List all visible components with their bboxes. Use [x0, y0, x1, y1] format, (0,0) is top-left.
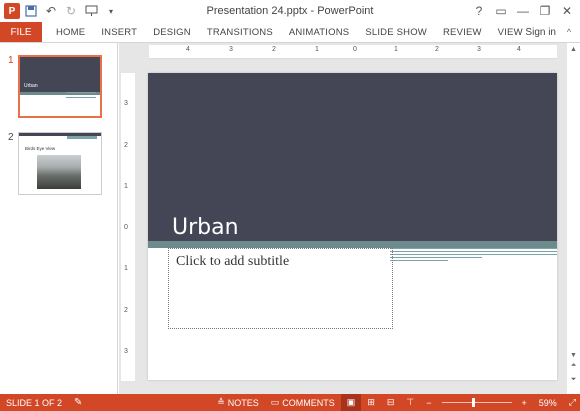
fit-slide-icon[interactable]: ⤢: [565, 394, 580, 411]
ruler-mark: 4: [186, 46, 190, 53]
ruler-mark: 3: [229, 46, 233, 53]
comments-button[interactable]: ▭ COMMENTS: [265, 394, 341, 411]
ruler-mark: 3: [477, 46, 481, 53]
thumbnail-item-2[interactable]: 2 Birds Eye View: [8, 132, 108, 195]
start-from-beginning-icon[interactable]: [82, 2, 100, 20]
notes-button[interactable]: ≙ NOTES: [211, 394, 265, 411]
zoom-slider-thumb[interactable]: [471, 398, 475, 407]
tab-insert[interactable]: INSERT: [93, 22, 145, 42]
quick-access-toolbar: P ↶ ↻ ▾: [0, 0, 120, 22]
powerpoint-logo-icon[interactable]: P: [4, 3, 20, 19]
ruler-corner: [121, 45, 135, 59]
ruler-mark: 1: [124, 183, 128, 190]
tab-design[interactable]: DESIGN: [145, 22, 199, 42]
ribbon-tabs: FILE HOME INSERT DESIGN TRANSITIONS ANIM…: [0, 22, 580, 42]
ruler-mark: 2: [435, 46, 439, 53]
thumbnail-heading: Birds Eye View: [25, 146, 56, 151]
slide-indicator: SLIDE 1 OF 2: [6, 397, 63, 408]
tab-file[interactable]: FILE: [0, 22, 42, 42]
subtitle-placeholder-text: Click to add subtitle: [176, 254, 290, 269]
reading-view-icon[interactable]: ⊟: [381, 394, 401, 411]
previous-slide-icon[interactable]: ⏶: [567, 360, 580, 372]
thumbnail-number: 1: [8, 55, 14, 66]
status-bar: SLIDE 1 OF 2 ✎ ≙ NOTES ▭ COMMENTS ▣ ⊞ ⊟ …: [0, 394, 580, 411]
zoom-percentage[interactable]: 59%: [533, 398, 565, 408]
ruler-mark: 4: [517, 46, 521, 53]
zoom-out-icon[interactable]: −: [420, 394, 437, 411]
slide-sorter-view-icon[interactable]: ⊞: [361, 394, 381, 411]
spelling-check-icon[interactable]: ✎: [74, 397, 82, 408]
normal-view-icon[interactable]: ▣: [340, 394, 362, 411]
ruler-mark: 1: [124, 265, 128, 272]
ruler-mark: 2: [272, 46, 276, 53]
horizontal-ruler: 4 3 2 1 0 1 2 3 4: [149, 45, 557, 59]
close-icon[interactable]: ✕: [556, 1, 578, 21]
redo-icon[interactable]: ↻: [62, 2, 80, 20]
thumbnail-item-1[interactable]: 1 Urban: [8, 55, 108, 118]
tab-transitions[interactable]: TRANSITIONS: [199, 22, 281, 42]
sign-in-link[interactable]: Sign in: [525, 22, 556, 42]
ruler-mark: 1: [315, 46, 319, 53]
slide-accent-band: [148, 241, 557, 248]
notes-label: NOTES: [227, 397, 259, 408]
minimize-icon[interactable]: —: [512, 1, 534, 21]
save-icon[interactable]: [22, 2, 40, 20]
slide-thumbnail-1[interactable]: Urban: [18, 55, 102, 118]
title-bar: P ↶ ↻ ▾ Presentation 24.pptx - PowerPoin…: [0, 0, 580, 22]
slide-decorative-lines: [390, 248, 557, 268]
status-bar-right: ≙ NOTES ▭ COMMENTS ▣ ⊞ ⊟ ⊤ − + 59% ⤢: [211, 394, 580, 411]
powerpoint-window: P ↶ ↻ ▾ Presentation 24.pptx - PowerPoin…: [0, 0, 580, 411]
ruler-mark: 1: [394, 46, 398, 53]
help-icon[interactable]: ?: [468, 1, 490, 21]
slide-thumbnail-pane: 1 Urban 2 Birds Eye View: [0, 43, 118, 394]
ruler-mark: 0: [124, 224, 128, 231]
ruler-mark: 0: [353, 46, 357, 53]
thumbnail-number: 2: [8, 132, 14, 143]
comment-icon: ▭: [270, 397, 280, 407]
tab-animations[interactable]: ANIMATIONS: [281, 22, 357, 42]
ruler-mark: 3: [124, 348, 128, 355]
ruler-mark: 3: [124, 100, 128, 107]
next-slide-icon[interactable]: ⏷: [567, 374, 580, 386]
customize-qat-icon[interactable]: ▾: [102, 2, 120, 20]
ruler-mark: 2: [124, 142, 128, 149]
tab-slide-show[interactable]: SLIDE SHOW: [357, 22, 435, 42]
slide-show-view-icon[interactable]: ⊤: [400, 394, 420, 411]
vertical-scrollbar[interactable]: ▲ ▼ ⏶ ⏷: [567, 43, 580, 394]
current-slide[interactable]: Urban Click to add subtitle: [148, 73, 557, 380]
comments-label: COMMENTS: [282, 397, 335, 408]
slide-title[interactable]: Urban: [172, 215, 239, 240]
notes-icon: ≙: [217, 397, 225, 407]
ribbon-display-options-icon[interactable]: ▭: [490, 1, 512, 21]
zoom-in-icon[interactable]: +: [516, 394, 533, 411]
restore-icon[interactable]: ❐: [534, 1, 556, 21]
city-photo-thumbnail: [37, 155, 81, 189]
thumbnail-title: Urban: [24, 83, 38, 89]
zoom-slider[interactable]: [441, 398, 512, 407]
vertical-ruler: 3 2 1 0 1 2 3: [121, 73, 135, 381]
tab-review[interactable]: REVIEW: [435, 22, 490, 42]
ruler-mark: 2: [124, 307, 128, 314]
subtitle-placeholder[interactable]: Click to add subtitle: [168, 248, 393, 329]
undo-icon[interactable]: ↶: [42, 2, 60, 20]
slide-thumbnail-2[interactable]: Birds Eye View: [18, 132, 102, 195]
scroll-up-icon[interactable]: ▲: [567, 43, 580, 55]
window-controls: ? ▭ — ❐ ✕: [468, 0, 578, 22]
ribbon-collapse-icon[interactable]: ^: [562, 26, 576, 38]
tab-home[interactable]: HOME: [42, 22, 93, 42]
